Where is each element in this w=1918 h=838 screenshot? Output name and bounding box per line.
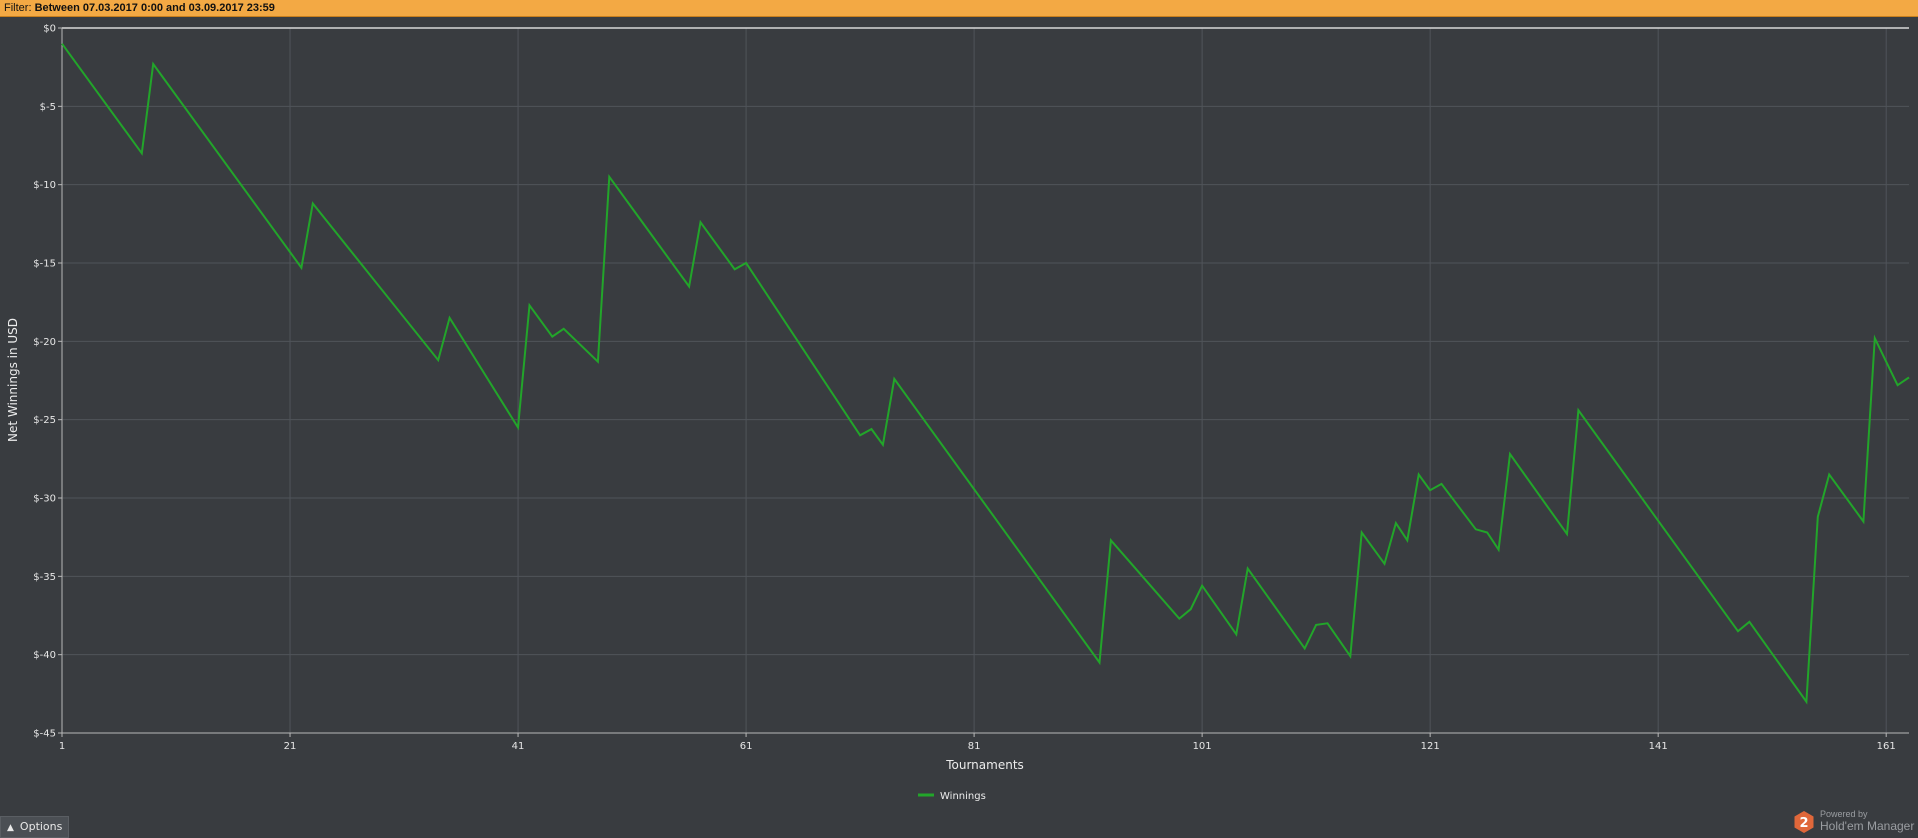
y-tick-label: $-15 xyxy=(33,259,56,270)
holdem-manager-logo-icon: 2 xyxy=(1794,811,1814,833)
chevron-up-icon: ▲ xyxy=(7,823,14,833)
product-name: Hold'em Manager xyxy=(1820,819,1915,833)
x-tick-label: 101 xyxy=(1193,741,1212,752)
chart-legend: Winnings xyxy=(918,791,986,802)
filter-bar: Filter: Between 07.03.2017 0:00 and 03.0… xyxy=(0,0,1918,17)
y-tick-label: $-10 xyxy=(33,180,56,191)
logo-digit: 2 xyxy=(1799,816,1808,831)
x-tick-label: 21 xyxy=(284,741,297,752)
x-tick-label: 161 xyxy=(1877,741,1896,752)
y-tick-label: $-5 xyxy=(40,102,56,113)
options-label: Options xyxy=(19,820,63,833)
x-axis-ticks: 1 21 41 61 81 101 121 141 161 xyxy=(59,733,1896,752)
y-tick-label: $0 xyxy=(43,24,56,35)
y-axis-title: Net Winnings in USD xyxy=(6,318,20,442)
x-axis-title: Tournaments xyxy=(945,758,1024,772)
filter-value: Between 07.03.2017 0:00 and 03.09.2017 2… xyxy=(34,2,275,14)
y-tick-label: $-30 xyxy=(33,494,56,505)
legend-label-winnings: Winnings xyxy=(940,791,986,802)
options-button[interactable]: ▲ Options xyxy=(0,816,69,838)
y-tick-label: $-45 xyxy=(33,729,56,740)
winnings-chart: $0$-5$-10$-15$-20$-25$-30$-35$-40$-45 12… xyxy=(6,24,1910,802)
x-tick-label: 81 xyxy=(968,741,981,752)
y-tick-label: $-25 xyxy=(33,415,56,426)
x-tick-label: 1 xyxy=(59,741,65,752)
plot-area xyxy=(62,28,1909,733)
x-tick-label: 41 xyxy=(512,741,525,752)
y-tick-label: $-35 xyxy=(33,572,56,583)
powered-by-branding: 2 Powered by Hold'em Manager xyxy=(1792,808,1918,838)
y-tick-label: $-20 xyxy=(33,337,56,348)
x-tick-label: 141 xyxy=(1649,741,1668,752)
y-tick-label: $-40 xyxy=(33,650,56,661)
x-tick-label: 121 xyxy=(1421,741,1440,752)
filter-label: Filter: xyxy=(4,2,35,14)
y-axis-ticks: $0 $-5 $-10 $-15 $-20 $-25 $-30 $-35 $-40 $-45 xyxy=(33,24,62,740)
powered-by-text: Powered by xyxy=(1820,809,1868,819)
x-tick-label: 61 xyxy=(740,741,753,752)
